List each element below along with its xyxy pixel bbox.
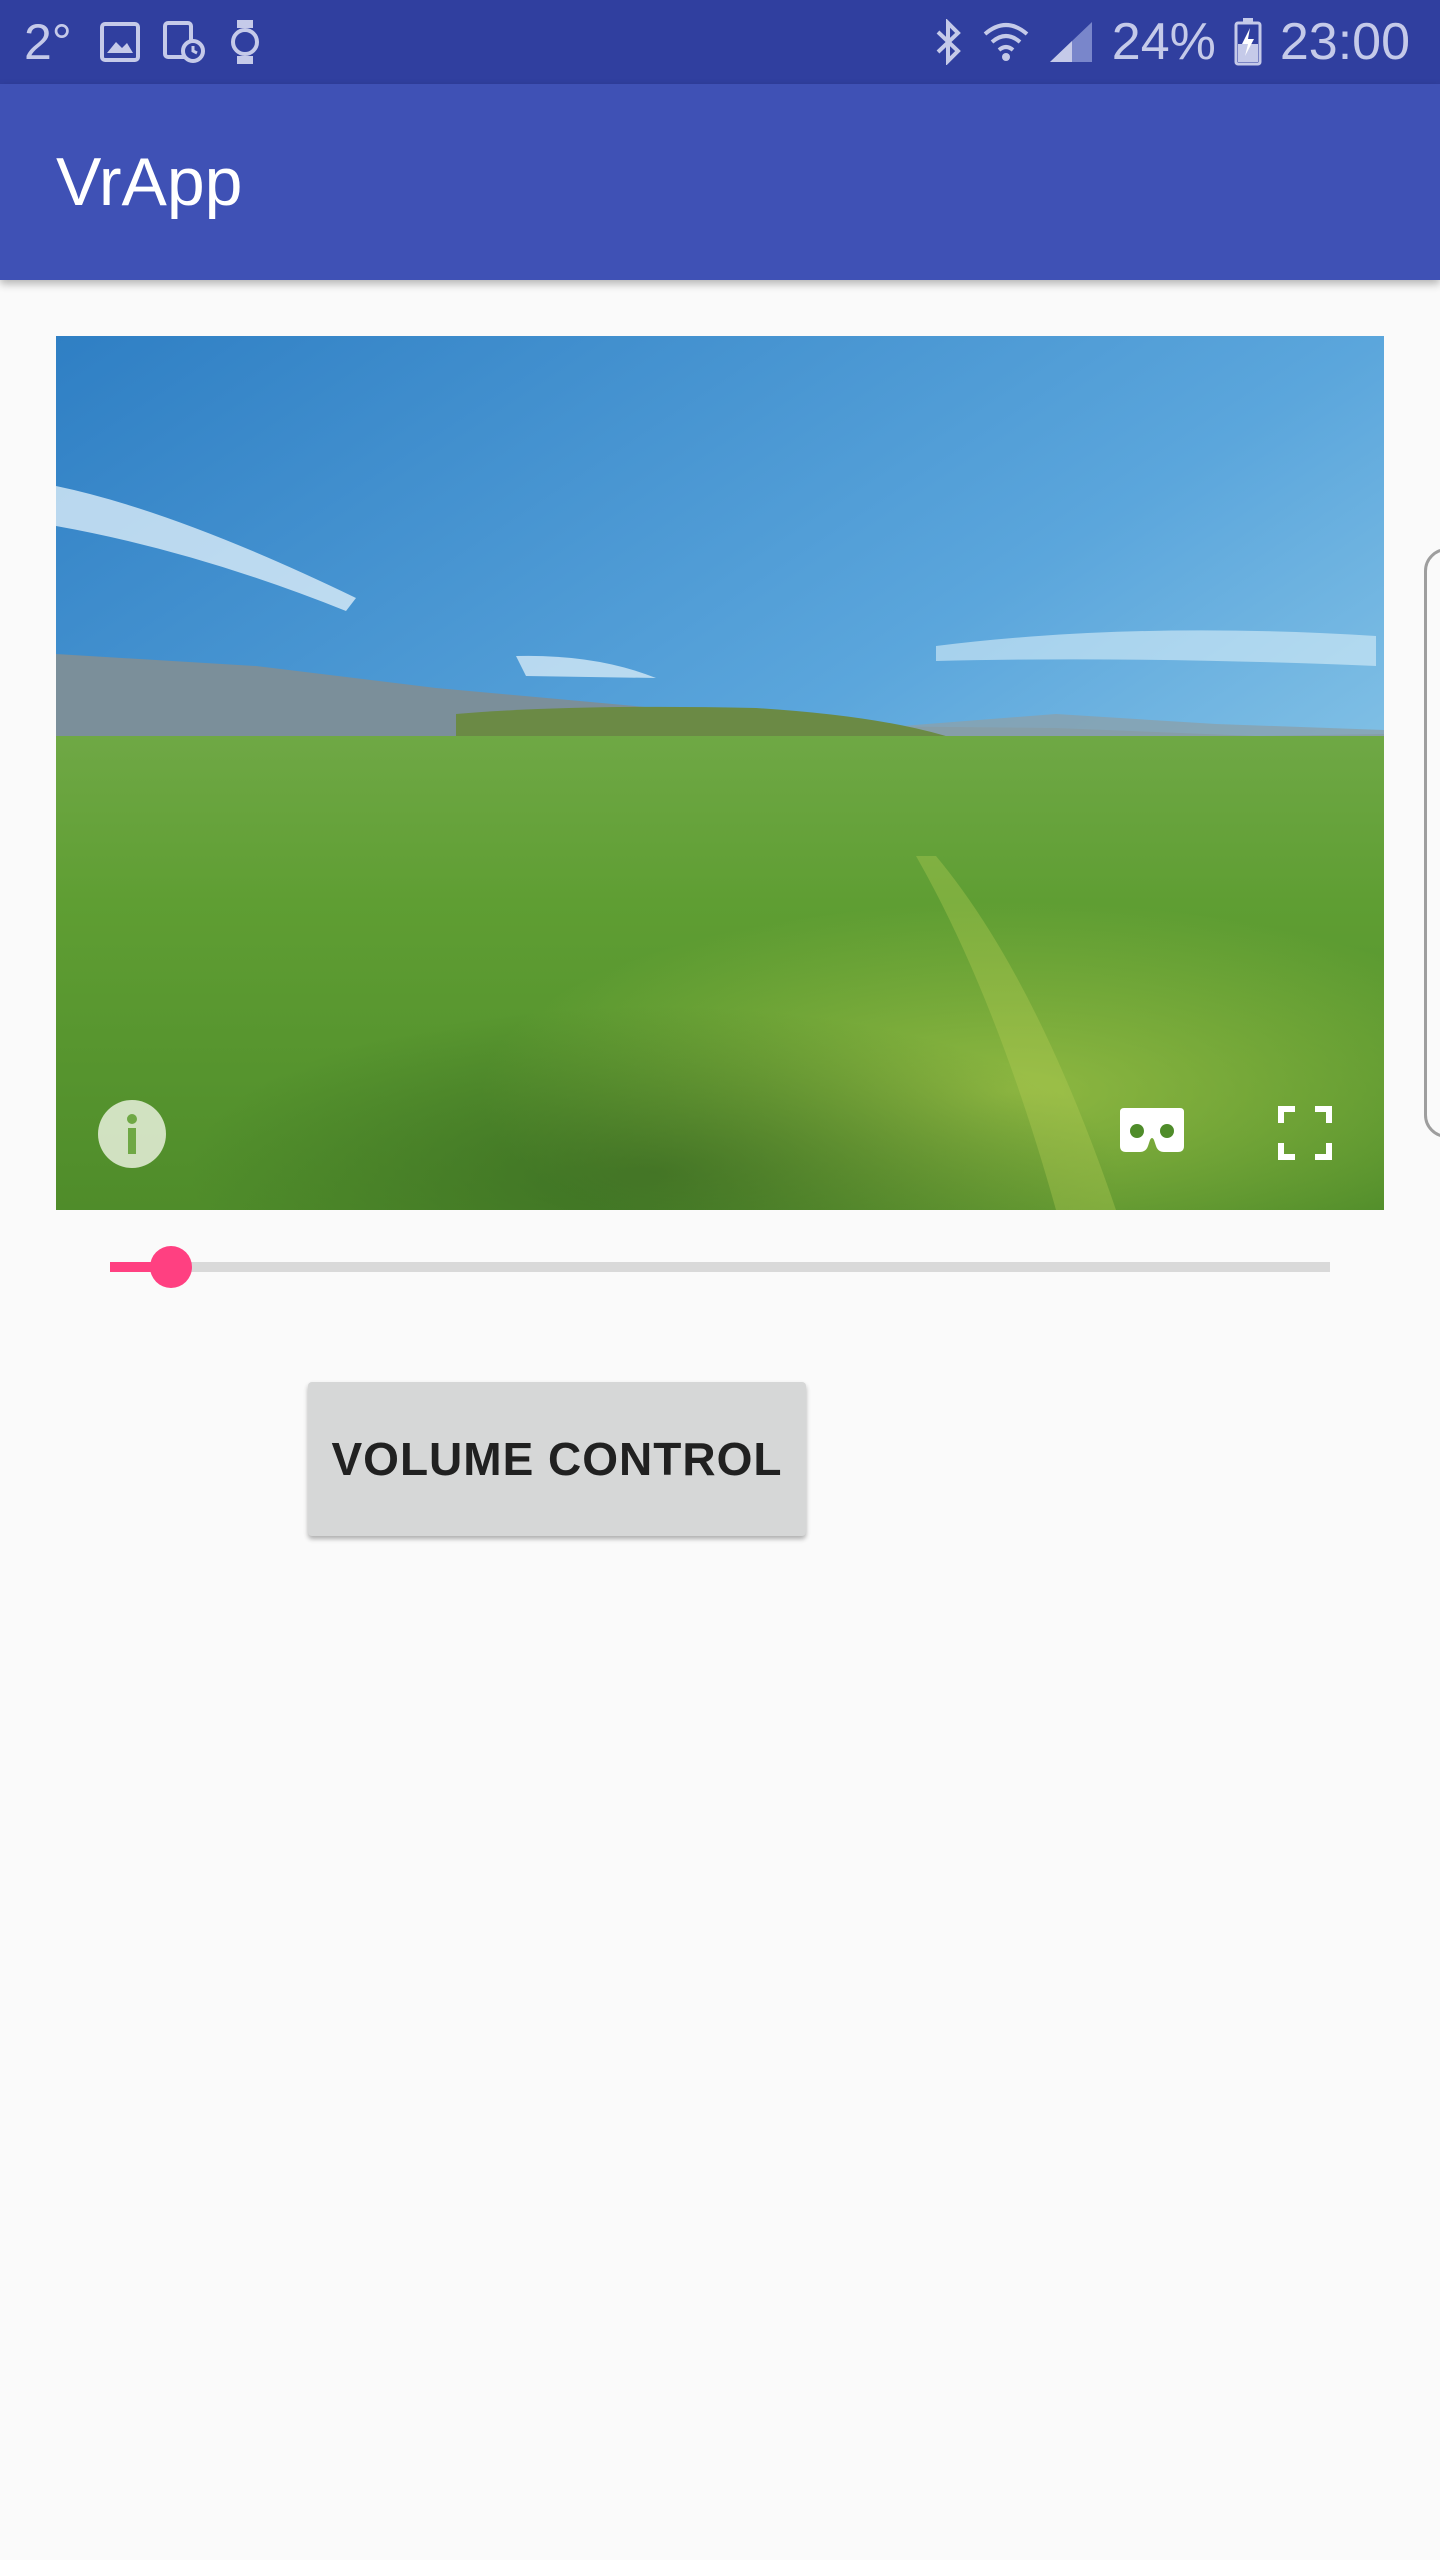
temperature-text: 2° [24, 14, 72, 70]
status-bar: 2° 24% 23:00 [0, 0, 1440, 84]
vr-panorama-view[interactable] [56, 336, 1384, 1210]
screenshot-icon [162, 21, 205, 63]
seek-track [110, 1262, 1330, 1272]
app-title: VrApp [56, 144, 243, 220]
battery-percent-text: 24% [1111, 13, 1216, 71]
watch-icon [230, 20, 259, 64]
cardboard-icon [1120, 1108, 1184, 1152]
panorama-image [56, 336, 1384, 1210]
seek-bar[interactable] [110, 1238, 1330, 1294]
signal-icon [1049, 22, 1092, 62]
volume-control-button[interactable]: VOLUME CONTROL [308, 1382, 806, 1536]
wifi-icon [983, 23, 1029, 61]
clock-text: 23:00 [1279, 13, 1410, 71]
info-icon [98, 1100, 166, 1168]
bluetooth-icon [936, 19, 961, 65]
app-bar: VrApp [0, 84, 1440, 280]
fullscreen-icon [1278, 1106, 1332, 1160]
seek-thumb[interactable] [150, 1246, 192, 1288]
edge-panel-handle[interactable] [1424, 548, 1440, 1138]
info-button[interactable] [96, 1098, 168, 1170]
image-icon [99, 22, 140, 62]
status-left: 2° [24, 0, 262, 84]
battery-charging-icon [1234, 18, 1262, 66]
cardboard-button[interactable] [1118, 1106, 1186, 1154]
fullscreen-button[interactable] [1278, 1106, 1332, 1160]
status-right: 24% 23:00 [934, 0, 1410, 84]
